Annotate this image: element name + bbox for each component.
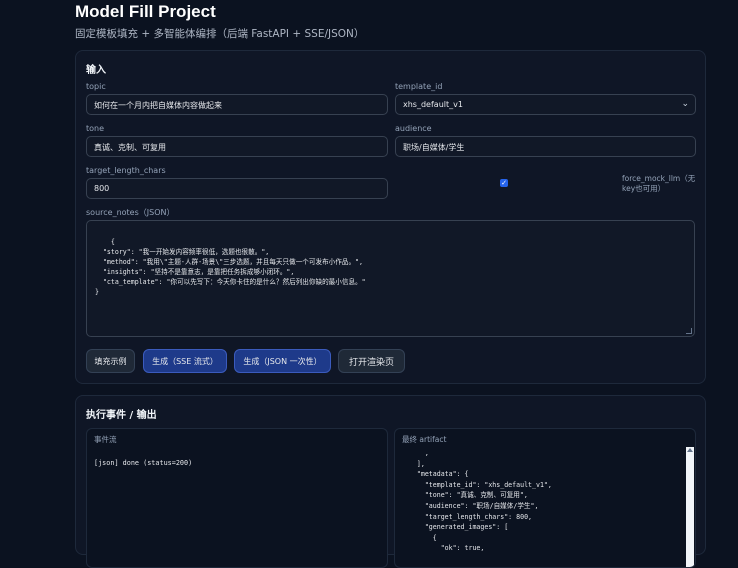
tone-input[interactable]: 真诚、克制、可复用 xyxy=(86,136,388,157)
topic-label: topic xyxy=(86,82,106,91)
artifact-json: , ], "metadata": { "template_id": "xhs_d… xyxy=(416,449,552,553)
audience-input[interactable]: 职场/自媒体/学生 xyxy=(395,136,696,157)
template-id-value: xhs_default_v1 xyxy=(403,100,463,109)
artifact-panel: 最终 artifact , ], "metadata": { "template… xyxy=(394,428,696,568)
input-card: 输入 topic 如何在一个月内把自媒体内容做起来 template_id xh… xyxy=(75,50,706,384)
output-card: 执行事件 / 输出 事件流 [json] done (status=200) 最… xyxy=(75,395,706,568)
generate-json-button[interactable]: 生成（JSON 一次性） xyxy=(234,349,331,373)
target-length-label: target_length_chars xyxy=(86,166,166,175)
input-card-title: 输入 xyxy=(86,65,106,76)
page-title: Model Fill Project xyxy=(75,2,216,21)
artifact-scrollbar[interactable] xyxy=(686,447,694,567)
template-id-label: template_id xyxy=(395,82,443,91)
artifact-label: 最终 artifact xyxy=(402,435,447,444)
template-id-select[interactable]: xhs_default_v1 ⌄ xyxy=(395,94,696,115)
force-mock-label: force_mock_llm（无key也可用） xyxy=(622,174,696,193)
source-notes-text: { "story": "我一开始发内容频率很低，选题也很散。", "method… xyxy=(95,238,366,296)
audience-label: audience xyxy=(395,124,432,133)
page-subtitle: 固定模板填充 + 多智能体编排（后端 FastAPI + SSE/JSON） xyxy=(75,28,365,40)
generate-sse-button[interactable]: 生成（SSE 流式） xyxy=(143,349,227,373)
force-mock-checkbox[interactable]: ✓ xyxy=(500,179,508,187)
event-line: [json] done (status=200) xyxy=(94,459,193,467)
source-notes-label: source_notes（JSON） xyxy=(86,208,175,217)
event-stream-panel: 事件流 [json] done (status=200) xyxy=(86,428,388,568)
scroll-up-arrow-icon[interactable] xyxy=(687,448,693,452)
topic-input[interactable]: 如何在一个月内把自媒体内容做起来 xyxy=(86,94,388,115)
event-stream-label: 事件流 xyxy=(94,435,117,444)
source-notes-textarea[interactable]: { "story": "我一开始发内容频率很低，选题也很散。", "method… xyxy=(86,220,695,337)
output-card-title: 执行事件 / 输出 xyxy=(86,410,157,421)
tone-label: tone xyxy=(86,124,105,133)
chevron-down-icon: ⌄ xyxy=(681,99,689,109)
fill-example-button[interactable]: 填充示例 xyxy=(86,349,135,373)
open-render-button[interactable]: 打开渲染页 xyxy=(338,349,405,373)
target-length-input[interactable]: 800 xyxy=(86,178,388,199)
resize-handle-icon[interactable] xyxy=(686,328,692,334)
